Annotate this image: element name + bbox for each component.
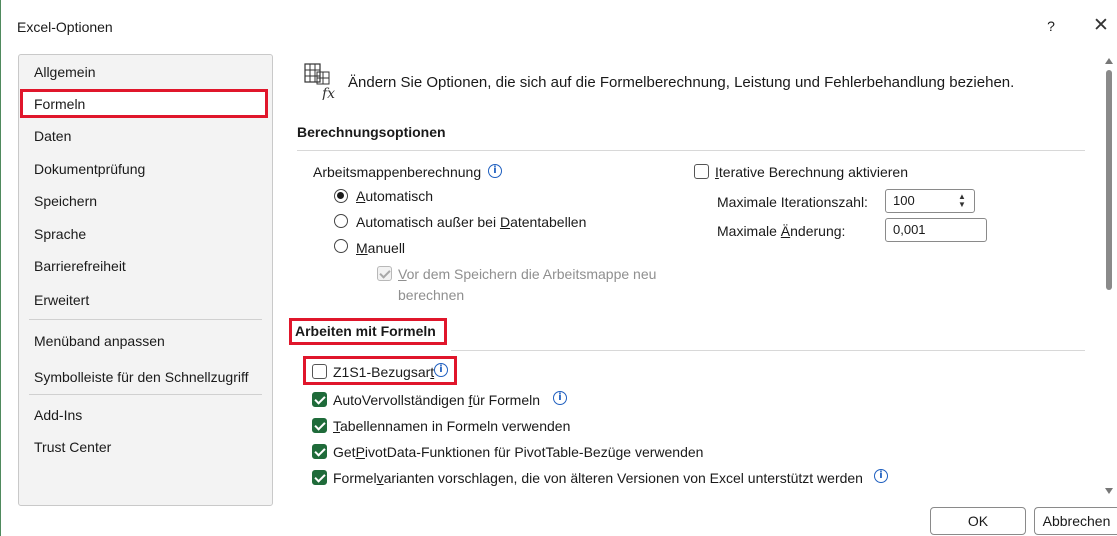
- excel-options-dialog: Excel-Optionen ? ✕ Allgemein Formeln Dat…: [0, 0, 1117, 536]
- info-icon[interactable]: i: [488, 164, 502, 178]
- max-change-label: Maximale Änderung:: [717, 223, 846, 239]
- section-title-calculation: Berechnungsoptionen: [297, 124, 446, 140]
- help-button[interactable]: ?: [1041, 15, 1061, 37]
- sidebar-item-schnellzugriff[interactable]: Symbolleiste für den Schnellzugriff: [34, 369, 249, 385]
- scroll-thumb[interactable]: [1106, 70, 1112, 290]
- sidebar-item-sprache[interactable]: Sprache: [34, 226, 86, 242]
- section-divider: [297, 150, 1085, 151]
- max-change-value: 0,001: [893, 222, 926, 237]
- radio-auto-except-tables[interactable]: [334, 214, 348, 228]
- r1c1-label[interactable]: Z1S1-Bezugsart: [333, 364, 434, 380]
- max-change-input[interactable]: 0,001: [885, 218, 987, 242]
- title-bar: Excel-Optionen ? ✕: [1, 0, 1117, 48]
- checkbox-getpivotdata[interactable]: [312, 444, 327, 459]
- scrollbar[interactable]: [1102, 54, 1116, 498]
- checkbox-tablenames[interactable]: [312, 418, 327, 433]
- section-title-formulas: Arbeiten mit Formeln: [295, 323, 436, 339]
- tablenames-label[interactable]: Tabellennamen in Formeln verwenden: [333, 418, 570, 434]
- checkbox-autocomplete[interactable]: [312, 392, 327, 407]
- checkbox-recalc-before-save[interactable]: [377, 266, 392, 281]
- radio-automatic-label[interactable]: Automatisch: [356, 188, 433, 204]
- checkbox-formula-variants[interactable]: [312, 470, 327, 485]
- cancel-button[interactable]: Abbrechen: [1034, 507, 1117, 535]
- formula-icon: fx: [304, 63, 335, 100]
- scroll-up-icon[interactable]: [1105, 58, 1113, 64]
- info-icon[interactable]: i: [553, 391, 567, 405]
- sidebar-item-barrierefreiheit[interactable]: Barrierefreiheit: [34, 258, 126, 274]
- sidebar-item-speichern[interactable]: Speichern: [34, 193, 97, 209]
- sidebar: Allgemein Formeln Daten Dokumentprüfung …: [18, 54, 273, 506]
- info-icon[interactable]: i: [874, 469, 888, 483]
- dialog-title: Excel-Optionen: [17, 19, 113, 35]
- spin-icon[interactable]: ▲ ▼: [956, 193, 968, 209]
- sidebar-item-daten[interactable]: Daten: [34, 128, 71, 144]
- ok-button[interactable]: OK: [930, 507, 1026, 535]
- sidebar-item-trust-center[interactable]: Trust Center: [34, 439, 111, 455]
- getpivotdata-label[interactable]: GetPivotData-Funktionen für PivotTable-B…: [333, 444, 703, 460]
- close-icon[interactable]: ✕: [1090, 15, 1112, 37]
- recalc-before-save-label-line2: berechnen: [398, 287, 465, 303]
- checkbox-iterative[interactable]: [694, 164, 709, 179]
- section-divider: [451, 350, 1085, 351]
- sidebar-item-add-ins[interactable]: Add-Ins: [34, 407, 82, 423]
- radio-auto-except-tables-label[interactable]: Automatisch außer bei Datentabellen: [356, 214, 586, 230]
- radio-manual-label[interactable]: Manuell: [356, 240, 405, 256]
- sidebar-divider: [29, 394, 262, 395]
- sidebar-divider: [29, 319, 262, 320]
- radio-automatic[interactable]: [334, 189, 348, 203]
- autocomplete-label[interactable]: AutoVervollständigen für Formeln: [333, 392, 540, 408]
- sidebar-item-erweitert[interactable]: Erweitert: [34, 292, 89, 308]
- checkbox-r1c1[interactable]: [312, 364, 327, 379]
- sidebar-item-formeln[interactable]: Formeln: [34, 96, 85, 112]
- max-iterations-value: 100: [893, 193, 915, 208]
- recalc-before-save-label: Vor dem Speichern die Arbeitsmappe neu: [398, 266, 657, 282]
- workbook-calc-label: Arbeitsmappenberechnung: [313, 164, 482, 180]
- page-heading: Ändern Sie Optionen, die sich auf die Fo…: [348, 74, 1015, 91]
- sidebar-item-dokumentpruefung[interactable]: Dokumentprüfung: [34, 161, 145, 177]
- info-icon[interactable]: i: [434, 363, 448, 377]
- svg-text:fx: fx: [321, 86, 335, 100]
- formula-variants-label[interactable]: Formelvarianten vorschlagen, die von ält…: [333, 470, 863, 486]
- max-iterations-label: Maximale Iterationszahl:: [717, 194, 868, 210]
- radio-manual[interactable]: [334, 239, 348, 253]
- iterative-label[interactable]: Iterative Berechnung aktivieren: [715, 164, 908, 180]
- sidebar-item-allgemein[interactable]: Allgemein: [34, 64, 95, 80]
- scroll-down-icon[interactable]: [1105, 488, 1113, 494]
- sidebar-item-menueband[interactable]: Menüband anpassen: [34, 333, 165, 349]
- max-iterations-input[interactable]: 100 ▲ ▼: [885, 189, 975, 213]
